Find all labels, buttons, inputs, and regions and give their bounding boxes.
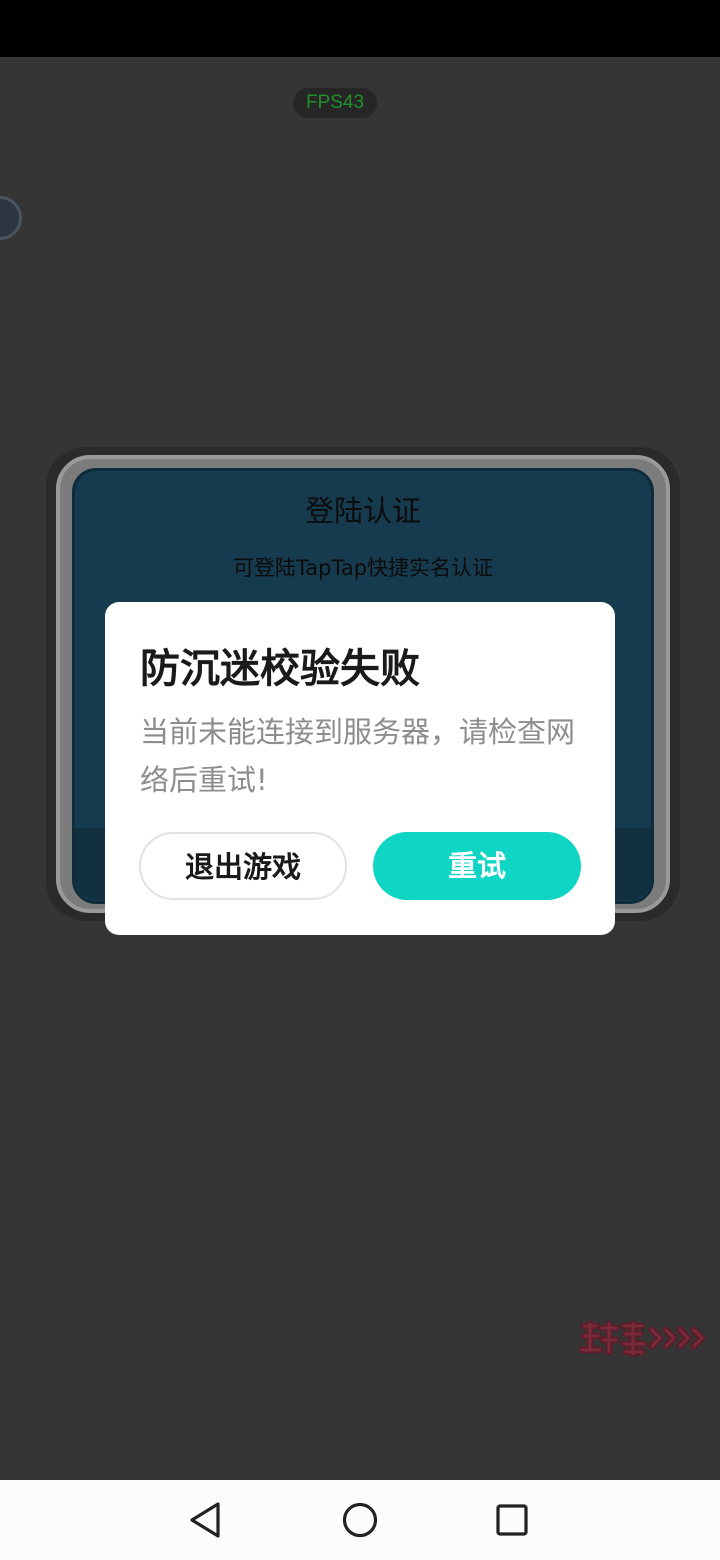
retry-button[interactable]: 重试	[373, 832, 581, 900]
login-panel-subtitle: 可登陆TapTap快捷实名认证	[232, 556, 494, 580]
dialog-title: 防沉迷校验失败	[140, 646, 420, 692]
back-triangle-icon[interactable]	[184, 1498, 228, 1542]
home-circle-icon[interactable]	[338, 1498, 382, 1542]
login-panel-title: 登陆认证	[304, 494, 421, 528]
fps-counter: FPS43	[293, 88, 377, 118]
game-lower-area	[0, 1369, 720, 1480]
brand-logo-icon	[576, 1316, 712, 1360]
anti-addiction-dialog: 防沉迷校验失败 当前未能连接到服务器，请检查网络后重试! 退出游戏 重试	[105, 602, 615, 935]
exit-game-button[interactable]: 退出游戏	[139, 832, 347, 900]
status-bar	[0, 0, 720, 57]
recents-square-icon[interactable]	[490, 1498, 534, 1542]
navigation-bar	[0, 1480, 720, 1560]
dialog-message: 当前未能连接到服务器，请检查网络后重试!	[140, 715, 576, 797]
